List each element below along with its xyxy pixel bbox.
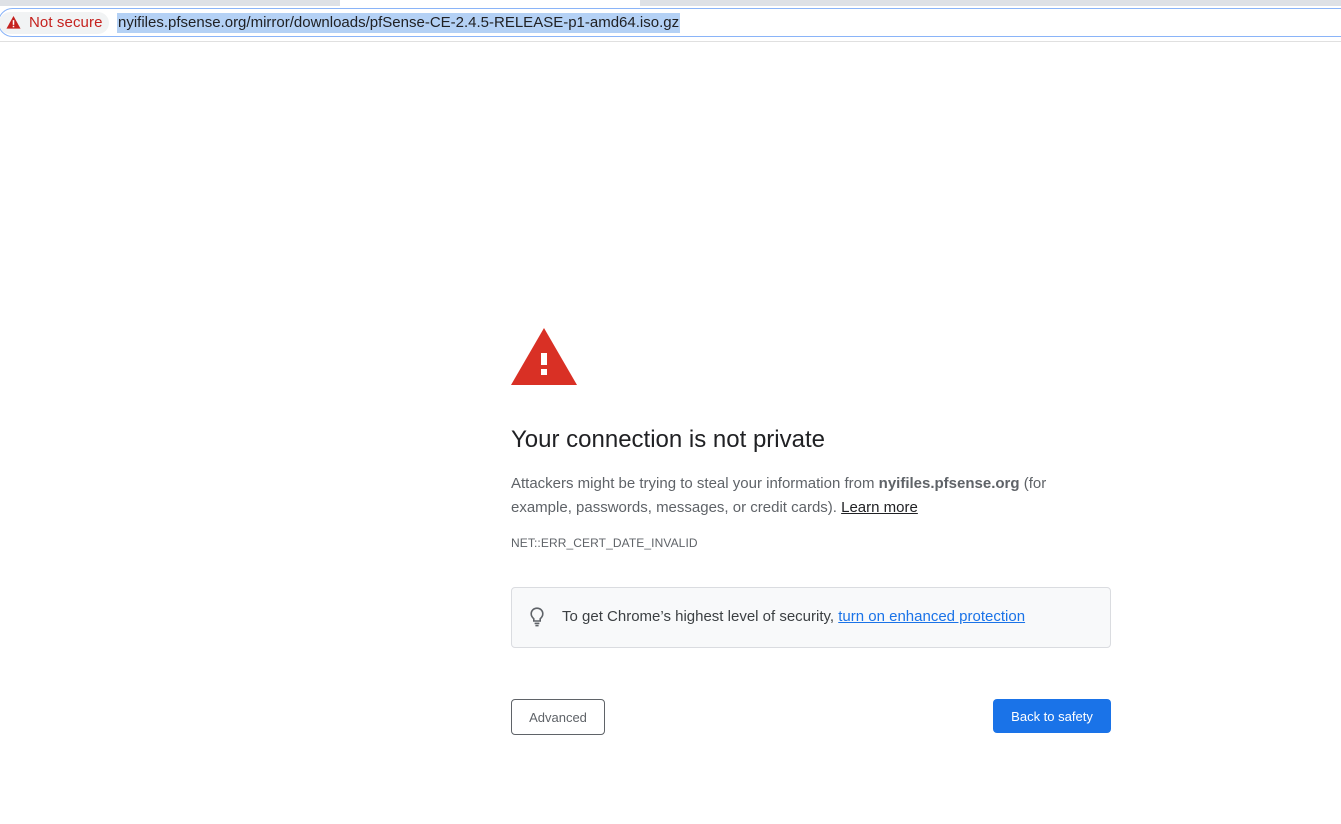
address-bar[interactable]: Not secure nyifiles.pfsense.org/mirror/d… <box>0 8 1341 37</box>
learn-more-link[interactable]: Learn more <box>841 499 918 516</box>
toolbar-divider <box>0 41 1341 42</box>
warning-triangle-icon <box>6 15 21 29</box>
error-code: NET::ERR_CERT_DATE_INVALID <box>511 536 698 550</box>
explanation-text: Attackers might be trying to steal your … <box>511 472 1101 520</box>
warning-triangle-icon <box>511 328 577 385</box>
promo-text: To get Chrome’s highest level of securit… <box>562 608 1025 625</box>
back-to-safety-button[interactable]: Back to safety <box>993 699 1111 733</box>
security-chip[interactable]: Not secure <box>0 12 109 34</box>
host-name: nyifiles.pfsense.org <box>878 475 1020 492</box>
promo-message: To get Chrome’s highest level of securit… <box>562 608 839 625</box>
explanation-part-1: Attackers might be trying to steal your … <box>511 475 879 492</box>
security-chip-label: Not secure <box>29 14 103 31</box>
enhanced-protection-link[interactable]: turn on enhanced protection <box>838 608 1025 625</box>
lightbulb-icon <box>530 607 544 627</box>
page-title: Your connection is not private <box>511 426 825 453</box>
url-text[interactable]: nyifiles.pfsense.org/mirror/downloads/pf… <box>117 13 681 33</box>
advanced-button[interactable]: Advanced <box>511 699 605 735</box>
enhanced-protection-promo: To get Chrome’s highest level of securit… <box>511 587 1111 648</box>
toolbar: Not secure nyifiles.pfsense.org/mirror/d… <box>0 6 1341 40</box>
